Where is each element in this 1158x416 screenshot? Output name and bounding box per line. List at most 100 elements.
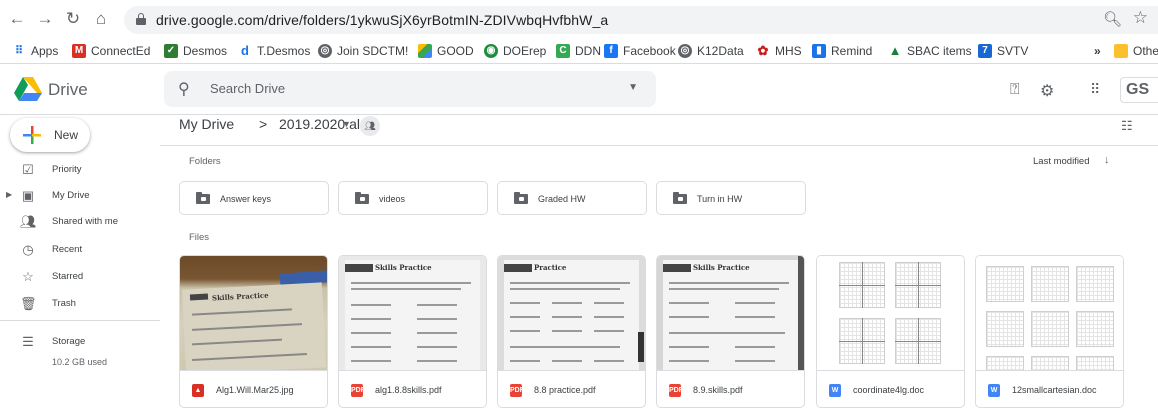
svtv-icon: 7 (978, 44, 992, 58)
app-name[interactable]: Drive (48, 80, 88, 100)
breadcrumb-root[interactable]: My Drive (179, 116, 234, 132)
sidebar-item-trash[interactable]: 🗑︎ Trash (0, 294, 160, 316)
file-card[interactable]: W 12smallcartesian.doc (975, 255, 1124, 408)
reload-icon[interactable]: ↻ (62, 8, 84, 30)
sort-direction-icon[interactable]: ↓ (1104, 154, 1110, 166)
bookmark-mhs[interactable]: ✿ MHS (756, 43, 802, 59)
bookmark-k12data[interactable]: ◎ K12Data (678, 43, 744, 59)
files-heading: Files (189, 232, 210, 243)
folder-name: videos (379, 194, 406, 204)
bookmarks-overflow-button[interactable]: » (1094, 43, 1101, 59)
sort-label[interactable]: Last modified (1033, 156, 1090, 167)
new-button[interactable]: New (10, 118, 90, 152)
search-options-icon[interactable]: ▼ (628, 82, 638, 93)
sidebar-item-label: Starred (52, 271, 84, 282)
file-card[interactable]: Skills Practice ▲ Alg1.Will.Mar25.jpg (179, 255, 328, 408)
help-icon[interactable]: ⍰ (1010, 81, 1020, 99)
address-bar[interactable]: drive.google.com/drive/folders/1ykwuSjX6… (124, 6, 1158, 34)
file-name: 8.8 practice.pdf (534, 385, 596, 395)
list-view-icon[interactable]: ☷ (1121, 118, 1133, 134)
clock-icon: ◷ (22, 242, 34, 257)
bookmark-sbac[interactable]: ▲ SBAC items (888, 43, 972, 59)
bookmark-good[interactable]: GOOD (418, 43, 474, 59)
my-drive-icon: ▣ (21, 188, 35, 203)
desmos-icon: ✓ (164, 44, 178, 58)
lock-icon[interactable] (136, 13, 146, 25)
folder-menu-caret-icon[interactable]: ▼ (342, 119, 351, 129)
new-button-label: New (54, 128, 79, 142)
file-card[interactable]: W coordinate4lg.doc (816, 255, 965, 408)
search-placeholder: Search Drive (210, 81, 286, 96)
folder-card[interactable]: Graded HW (497, 181, 647, 215)
shared-folder-icon[interactable]: 👥︎ (360, 116, 380, 136)
url-text[interactable]: drive.google.com/drive/folders/1ykwuSjX6… (156, 12, 608, 28)
sidebar-item-starred[interactable]: ☆ Starred (0, 267, 160, 289)
settings-gear-icon[interactable]: ⚙ (1040, 81, 1054, 101)
shared-folder-icon (196, 192, 210, 204)
coordinate-grid-thumbnail (817, 256, 964, 370)
pdf-file-icon: PDF (669, 384, 683, 397)
pdf-file-icon: PDF (351, 384, 365, 397)
bookmark-t-desmos[interactable]: d T.Desmos (238, 43, 310, 59)
file-name: alg1.8.8skills.pdf (375, 385, 442, 395)
pdf-file-icon: PDF (510, 384, 524, 397)
folder-card[interactable]: Answer keys (179, 181, 329, 215)
shared-folder-icon (514, 192, 528, 204)
folder-name: Graded HW (538, 194, 586, 204)
breadcrumb-separator-icon: > (259, 116, 268, 132)
back-icon[interactable]: ← (6, 8, 28, 30)
file-name: 12smallcartesian.doc (1012, 385, 1097, 395)
drive-header: Drive ⚲ Search Drive ▼ ⍰ ⚙ ⠿ GS (0, 65, 1158, 115)
other-bookmarks[interactable]: Other (1114, 43, 1158, 59)
bookmark-remind[interactable]: ▮ Remind (812, 43, 872, 59)
search-input[interactable]: ⚲ Search Drive ▼ (164, 71, 656, 107)
folder-card[interactable]: videos (338, 181, 488, 215)
home-icon[interactable]: ⌂ (90, 8, 112, 30)
file-card[interactable]: Skills Practice PDF alg1.8.8skills.pdf (338, 255, 487, 408)
search-icon[interactable]: ⚲ (178, 79, 190, 99)
sidebar-item-recent[interactable]: ◷ Recent (0, 240, 160, 262)
bookmark-ddn[interactable]: C DDN (556, 43, 601, 59)
sidebar-item-shared-with-me[interactable]: 👥︎ Shared with me (0, 212, 160, 234)
facebook-icon: f (604, 44, 618, 58)
drive-icon (418, 44, 432, 58)
folder-card[interactable]: Turn in HW (656, 181, 806, 215)
expand-arrow-icon[interactable]: ▶ (6, 190, 12, 199)
bookmark-doerep[interactable]: ◉ DOErep (484, 43, 546, 59)
thumbnail-title: Skills Practice (375, 263, 432, 272)
folders-heading: Folders (189, 156, 221, 167)
bookmark-join-sdctm[interactable]: ◎ Join SDCTM! (318, 43, 408, 59)
globe-icon: ◎ (678, 44, 692, 58)
drive-logo-icon[interactable] (14, 77, 42, 101)
sidebar-item-label: Priority (52, 164, 82, 175)
sbac-icon: ▲ (888, 43, 902, 58)
file-name: 8.9.skills.pdf (693, 385, 743, 395)
apps-launcher-icon[interactable]: ⠿ (1090, 81, 1100, 98)
file-card[interactable]: Skills Practice PDF 8.9.skills.pdf (656, 255, 805, 408)
bookmark-facebook[interactable]: f Facebook (604, 43, 676, 59)
forward-icon[interactable]: → (34, 8, 56, 30)
bookmark-apps[interactable]: ⠿ Apps (12, 43, 58, 59)
sidebar-item-label: My Drive (52, 190, 90, 201)
leaf-icon: ✿ (757, 43, 769, 58)
folder-icon (1114, 44, 1128, 58)
shared-folder-icon (355, 192, 369, 204)
bookmark-connected[interactable]: M ConnectEd (72, 43, 150, 59)
file-name: coordinate4lg.doc (853, 385, 925, 395)
file-card[interactable]: Practice PDF 8.8 practice.pdf (497, 255, 646, 408)
bookmark-desmos[interactable]: ✓ Desmos (164, 43, 227, 59)
file-thumbnail: Skills Practice (657, 256, 804, 371)
desmos-d-icon: d (241, 43, 249, 58)
account-avatar[interactable]: GS (1120, 77, 1158, 103)
bookmark-svtv[interactable]: 7 SVTV (978, 43, 1028, 59)
storage-icon: ☰ (22, 334, 34, 349)
photo-thumbnail: Skills Practice (180, 256, 327, 370)
sidebar-item-priority[interactable]: ☑ Priority (0, 160, 160, 182)
folder-name: Answer keys (220, 194, 272, 204)
zoom-icon[interactable]: 🔍︎ (1103, 10, 1122, 28)
sidebar-item-my-drive[interactable]: ▶ ▣ My Drive (0, 186, 160, 208)
globe-icon: ◎ (318, 44, 332, 58)
bookmark-star-icon[interactable]: ☆ (1133, 8, 1148, 28)
storage-used-text: 10.2 GB used (52, 357, 108, 367)
sidebar-item-storage[interactable]: ☰ Storage (0, 332, 160, 354)
